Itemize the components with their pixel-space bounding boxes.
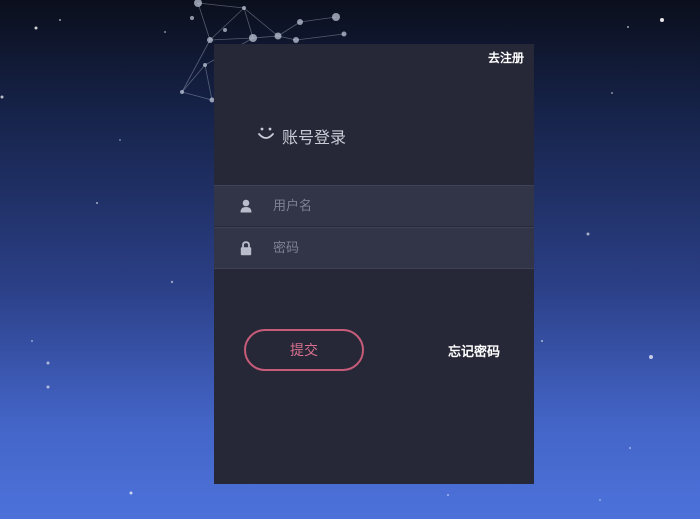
login-title-text: 账号登录 xyxy=(282,128,347,147)
password-field-row xyxy=(214,227,534,269)
username-input[interactable] xyxy=(271,197,495,215)
register-link[interactable]: 去注册 xyxy=(488,49,524,66)
login-title: 账号登录 xyxy=(256,124,346,148)
submit-button[interactable]: 提交 xyxy=(244,329,364,371)
lock-icon xyxy=(239,240,253,256)
password-input[interactable] xyxy=(271,239,495,257)
login-panel: 去注册 账号登录 提交 忘记密码 xyxy=(214,44,534,484)
smile-icon xyxy=(256,125,276,147)
username-field-row xyxy=(214,185,534,226)
user-icon xyxy=(239,198,253,214)
forgot-password-link[interactable]: 忘记密码 xyxy=(448,341,500,360)
